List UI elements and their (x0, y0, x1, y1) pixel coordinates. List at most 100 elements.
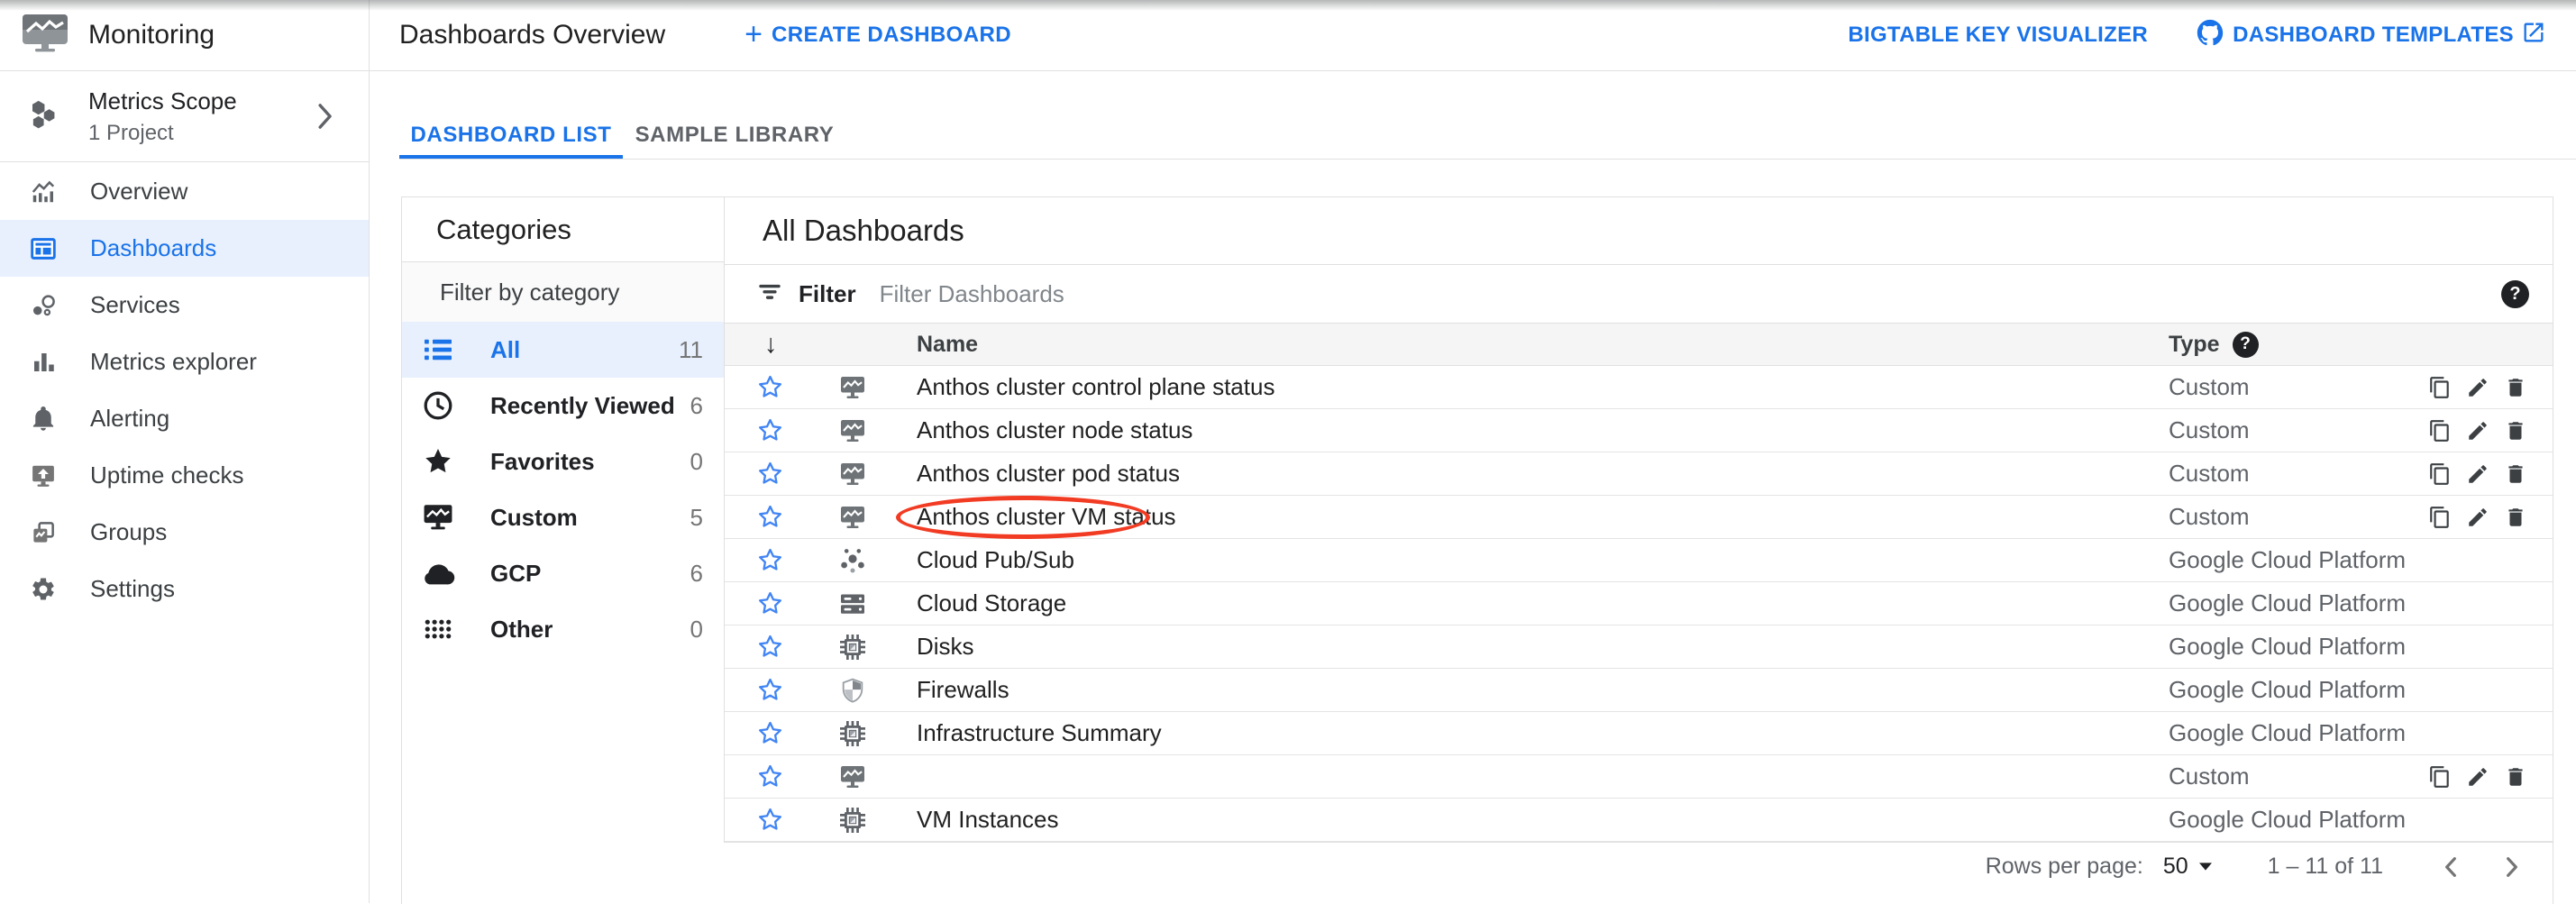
category-count: 0 (690, 448, 703, 476)
edit-icon[interactable] (2466, 765, 2489, 789)
external-link-icon (2521, 20, 2546, 51)
favorite-star-icon[interactable] (756, 416, 784, 444)
category-count: 5 (690, 504, 703, 532)
sidebar-item-dashboards[interactable]: Dashboards (0, 220, 369, 277)
dashboard-templates-link[interactable]: DASHBOARD TEMPLATES (2195, 17, 2546, 54)
category-other[interactable]: Other 0 (402, 601, 724, 657)
github-icon (2195, 17, 2225, 54)
custom-category-icon (421, 503, 455, 532)
favorite-star-icon[interactable] (756, 546, 784, 574)
custom-dashboard-icon (838, 417, 867, 444)
dashboard-name[interactable]: Anthos cluster pod status (917, 460, 1180, 488)
favorite-star-icon[interactable] (756, 676, 784, 704)
filter-funnel-icon[interactable] (757, 279, 782, 309)
copy-icon[interactable] (2428, 376, 2452, 399)
sidebar-item-uptime-checks[interactable]: Uptime checks (0, 447, 369, 504)
delete-icon[interactable] (2504, 462, 2527, 486)
previous-page-button[interactable] (2437, 853, 2466, 881)
copy-icon[interactable] (2428, 419, 2452, 443)
dashboard-name[interactable]: VM Instances (917, 806, 1059, 834)
copy-icon[interactable] (2428, 462, 2452, 486)
dashboard-filter-input[interactable] (880, 280, 2142, 308)
favorite-star-icon[interactable] (756, 806, 784, 834)
table-row[interactable]: Anthos cluster node status Custom (725, 409, 2553, 452)
favorite-star-icon[interactable] (756, 719, 784, 747)
category-custom[interactable]: Custom 5 (402, 489, 724, 545)
bigtable-key-visualizer-link[interactable]: BIGTABLE KEY VISUALIZER (1848, 23, 2148, 48)
sidebar-item-alerting[interactable]: Alerting (0, 390, 369, 447)
table-row[interactable]: Anthos cluster control plane status Cust… (725, 366, 2553, 409)
categories-title: Categories (402, 197, 724, 262)
type-help-icon[interactable]: ? (2233, 332, 2259, 358)
table-row[interactable]: Disks Google Cloud Platform (725, 625, 2553, 669)
metrics-scope-selector[interactable]: Metrics Scope 1 Project (0, 71, 369, 162)
tab-sample-library[interactable]: SAMPLE LIBRARY (623, 112, 846, 159)
favorite-star-icon[interactable] (756, 762, 784, 790)
create-dashboard-button[interactable]: + CREATE DASHBOARD (744, 22, 1011, 50)
rows-per-page-select[interactable]: 50 (2163, 854, 2212, 880)
copy-icon[interactable] (2428, 506, 2452, 529)
category-recently-viewed[interactable]: Recently Viewed 6 (402, 378, 724, 434)
dashboard-name[interactable]: Cloud Storage (917, 589, 1066, 617)
delete-icon[interactable] (2504, 506, 2527, 529)
favorite-star-icon[interactable] (756, 589, 784, 617)
edit-icon[interactable] (2466, 376, 2489, 399)
table-row[interactable]: Infrastructure Summary Google Cloud Plat… (725, 712, 2553, 755)
row-actions (2428, 419, 2527, 443)
sidebar-item-groups[interactable]: Groups (0, 504, 369, 561)
category-favorites[interactable]: Favorites 0 (402, 434, 724, 489)
favorite-star-icon[interactable] (756, 373, 784, 401)
dashboard-name[interactable]: Infrastructure Summary (917, 719, 1162, 747)
delete-icon[interactable] (2504, 765, 2527, 789)
delete-icon[interactable] (2504, 376, 2527, 399)
sidebar-item-metrics-explorer[interactable]: Metrics explorer (0, 333, 369, 390)
edit-icon[interactable] (2466, 462, 2489, 486)
app-title: Monitoring (88, 20, 215, 50)
dashboard-name[interactable]: Firewalls (917, 676, 1009, 704)
category-gcp[interactable]: GCP 6 (402, 545, 724, 601)
dashboard-name[interactable]: Anthos cluster control plane status (917, 373, 1274, 401)
chip-icon (838, 806, 867, 835)
table-row[interactable]: Custom (725, 755, 2553, 799)
dashboard-name[interactable]: Anthos cluster VM status (917, 503, 1176, 531)
row-actions (2428, 506, 2527, 529)
sidebar-item-label: Uptime checks (90, 461, 244, 489)
dashboard-rows: Anthos cluster control plane status Cust… (725, 366, 2553, 842)
dashboard-name[interactable]: Anthos cluster node status (917, 416, 1192, 444)
pagination-range: 1 – 11 of 11 (2268, 854, 2383, 880)
favorite-star-icon[interactable] (756, 633, 784, 661)
dashboard-type: Google Cloud Platform (2169, 589, 2406, 617)
sidebar-item-overview[interactable]: Overview (0, 163, 369, 220)
edit-icon[interactable] (2466, 506, 2489, 529)
table-row[interactable]: Anthos cluster VM status Custom (725, 496, 2553, 539)
custom-dashboard-icon (838, 504, 867, 531)
table-row[interactable]: Firewalls Google Cloud Platform (725, 669, 2553, 712)
tab-dashboard-list[interactable]: DASHBOARD LIST (399, 112, 623, 159)
favorite-star-icon[interactable] (756, 503, 784, 531)
next-page-button[interactable] (2497, 853, 2526, 881)
sidebar-item-services[interactable]: Services (0, 277, 369, 333)
table-row[interactable]: Cloud Storage Google Cloud Platform (725, 582, 2553, 625)
favorite-star-icon[interactable] (756, 460, 784, 488)
dashboard-type: Google Cloud Platform (2169, 806, 2406, 834)
delete-icon[interactable] (2504, 419, 2527, 443)
sort-descending-icon[interactable]: ↓ (764, 332, 778, 358)
pagination-bar: Rows per page: 50 1 – 11 of 11 (724, 842, 2553, 890)
edit-icon[interactable] (2466, 419, 2489, 443)
chevron-right-icon[interactable] (311, 101, 338, 132)
copy-icon[interactable] (2428, 765, 2452, 789)
dashboard-filter-bar: Filter ? (725, 265, 2553, 324)
category-all[interactable]: All 11 (402, 322, 724, 378)
overview-icon (30, 178, 57, 206)
table-row[interactable]: VM Instances Google Cloud Platform (725, 799, 2553, 842)
dashboard-name[interactable]: Cloud Pub/Sub (917, 546, 1074, 574)
dashboard-name[interactable]: Disks (917, 633, 974, 661)
storage-icon (838, 589, 867, 618)
plus-icon: + (744, 19, 763, 50)
help-icon[interactable]: ? (2501, 280, 2529, 308)
dashboards-icon (30, 235, 57, 262)
sidebar-item-settings[interactable]: Settings (0, 561, 369, 617)
category-filter-input[interactable]: Filter by category (402, 262, 724, 322)
table-row[interactable]: Cloud Pub/Sub Google Cloud Platform (725, 539, 2553, 582)
table-row[interactable]: Anthos cluster pod status Custom (725, 452, 2553, 496)
